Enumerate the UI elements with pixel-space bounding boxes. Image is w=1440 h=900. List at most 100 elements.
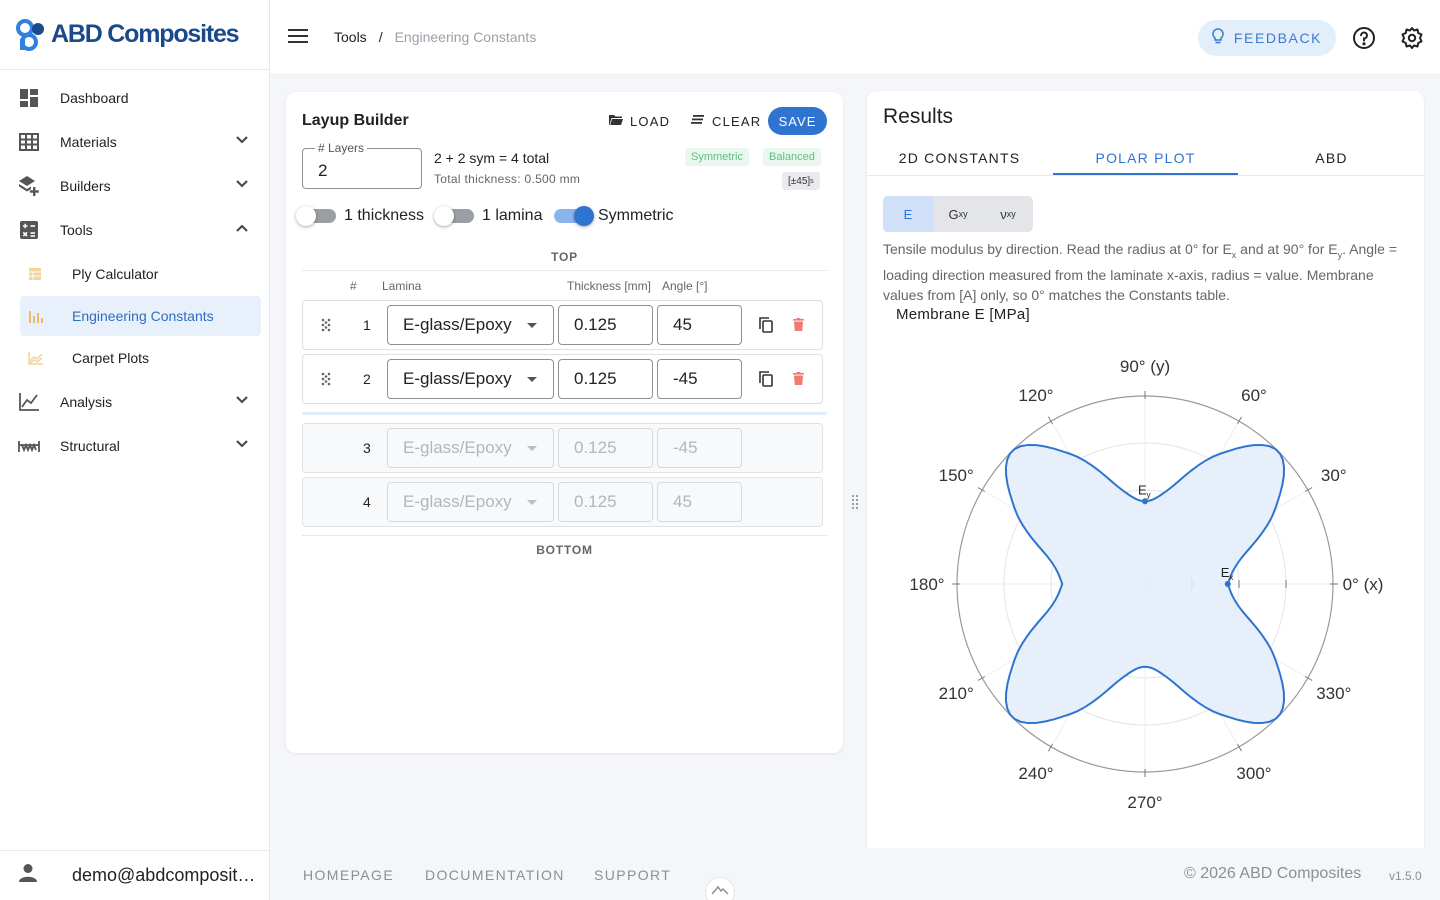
footer-link-homepage[interactable]: HOMEPAGE — [303, 867, 394, 883]
area-chart-icon — [28, 350, 44, 366]
polar-angle-label: 300° — [1236, 764, 1271, 783]
sidebar-subitem-ply-calculator[interactable]: Ply Calculator — [20, 254, 261, 294]
toggle-one-lamina[interactable]: 1 lamina — [434, 206, 543, 226]
sidebar-item-label: Builders — [60, 178, 111, 194]
polar-marker-subscript: x — [1229, 573, 1233, 582]
thickness-input[interactable]: 0.125 — [558, 305, 653, 345]
ply-number: 1 — [363, 317, 371, 333]
sidebar-item-label: Materials — [60, 134, 117, 150]
property-e-button[interactable]: E — [883, 196, 933, 232]
sidebar-item-label: Structural — [60, 438, 120, 454]
brand-logo[interactable]: ABD Composites — [0, 0, 269, 70]
tab-polar-plot[interactable]: POLAR PLOT — [1053, 150, 1238, 166]
sidebar-item-tools[interactable]: Tools — [0, 208, 269, 252]
polar-marker-label: Ey — [1138, 482, 1151, 499]
toggle-symmetric[interactable]: Symmetric — [554, 206, 674, 226]
clear-all-icon — [691, 114, 705, 129]
lamina-select-disabled: E-glass/Epoxy — [387, 428, 554, 468]
toggle-track — [434, 206, 474, 226]
footer: HOMEPAGE DOCUMENTATION SUPPORT © 2026 AB… — [270, 848, 1440, 900]
menu-icon[interactable] — [288, 28, 308, 49]
footer-link-support[interactable]: SUPPORT — [594, 867, 671, 883]
column-header-angle: Angle [°] — [662, 279, 708, 293]
results-card: Results 2D CONSTANTS POLAR PLOT ABD E Gx… — [867, 91, 1424, 861]
feedback-button[interactable]: FEEDBACK — [1198, 20, 1336, 56]
layers-count-input[interactable]: # Layers 2 — [302, 141, 422, 189]
help-icon[interactable] — [1352, 26, 1376, 55]
load-button[interactable]: LOAD — [609, 114, 670, 129]
toggle-label: Symmetric — [598, 207, 674, 224]
angle-input[interactable]: -45 — [657, 359, 742, 399]
panel-resize-handle-icon[interactable] — [851, 494, 859, 515]
breadcrumb-tools[interactable]: Tools — [334, 29, 367, 45]
save-button[interactable]: SAVE — [768, 107, 827, 135]
drag-handle-icon[interactable] — [321, 318, 331, 337]
angle-input-disabled: -45 — [657, 428, 742, 468]
chevron-down-icon — [235, 133, 249, 150]
lamina-select[interactable]: E-glass/Epoxy — [387, 305, 554, 345]
delete-icon[interactable] — [793, 318, 804, 336]
beam-icon — [18, 435, 40, 457]
property-nuxy-subscript: xy — [1006, 209, 1016, 219]
symmetry-plane-divider — [302, 412, 827, 415]
clear-button[interactable]: CLEAR — [691, 114, 761, 129]
layers-label: # Layers — [315, 141, 368, 155]
dropdown-caret-icon — [527, 500, 537, 505]
gear-icon[interactable] — [1400, 26, 1424, 55]
mountain-logo-icon — [705, 877, 735, 900]
lightbulb-icon — [1212, 28, 1224, 48]
tab-2d-constants[interactable]: 2D CONSTANTS — [867, 150, 1052, 166]
sidebar-item-dashboard[interactable]: Dashboard — [0, 76, 269, 120]
load-label: LOAD — [630, 114, 671, 129]
toggle-one-thickness[interactable]: 1 thickness — [296, 206, 425, 226]
property-e-label: E — [903, 206, 913, 222]
top-bar: Tools / Engineering Constants FEEDBACK — [270, 0, 1440, 75]
layers-value: 2 — [318, 161, 328, 180]
brand-name: ABD Composites — [51, 20, 240, 48]
lamina-select[interactable]: E-glass/Epoxy — [387, 359, 554, 399]
toggle-label: 1 thickness — [344, 207, 425, 224]
property-gxy-button[interactable]: Gxy — [933, 196, 983, 232]
thickness-input-disabled: 0.125 — [558, 428, 653, 468]
polar-angle-label: 270° — [1127, 793, 1162, 811]
polar-angle-label: 240° — [1018, 764, 1053, 783]
toggle-label: 1 lamina — [482, 207, 543, 224]
table-icon — [28, 266, 44, 282]
drag-handle-icon[interactable] — [321, 372, 331, 391]
lamina-select-disabled: E-glass/Epoxy — [387, 482, 554, 522]
dropdown-caret-icon — [527, 377, 537, 382]
layup-code: [±45] — [788, 175, 811, 187]
angle-input[interactable]: 45 — [657, 305, 742, 345]
footer-link-documentation[interactable]: DOCUMENTATION — [425, 867, 565, 883]
copy-icon[interactable] — [759, 371, 773, 392]
copy-icon[interactable] — [759, 317, 773, 338]
layup-builder-title: Layup Builder — [302, 112, 409, 129]
feedback-label: FEEDBACK — [1233, 30, 1323, 46]
delete-icon[interactable] — [793, 372, 804, 390]
lamina-value: E-glass/Epoxy — [403, 369, 512, 388]
polar-angle-label: 210° — [939, 684, 974, 703]
app-version: v1.5.0 — [1389, 869, 1422, 883]
lamina-value: E-glass/Epoxy — [403, 315, 512, 334]
column-header-number: # — [350, 279, 357, 293]
sidebar-subitem-engineering-constants[interactable]: Engineering Constants — [20, 296, 261, 336]
chevron-down-icon — [235, 177, 249, 194]
divider — [302, 535, 827, 536]
sidebar-item-builders[interactable]: Builders — [0, 164, 269, 208]
ply-row-mirrored: 3 E-glass/Epoxy 0.125 -45 — [302, 423, 823, 473]
polar-angle-label: 90° (y) — [1120, 357, 1170, 376]
sidebar-item-structural[interactable]: Structural — [0, 424, 269, 468]
polar-angle-label: 150° — [939, 466, 974, 485]
tab-abd[interactable]: ABD — [1239, 150, 1424, 166]
user-account[interactable]: demo@abdcomposites.com — [0, 850, 269, 900]
toggle-track — [296, 206, 336, 226]
property-nuxy-button[interactable]: ν xy — [983, 196, 1033, 232]
sidebar-item-analysis[interactable]: Analysis — [0, 380, 269, 424]
sidebar-item-materials[interactable]: Materials — [0, 120, 269, 164]
sidebar-subitem-carpet-plots[interactable]: Carpet Plots — [20, 338, 261, 378]
thickness-input[interactable]: 0.125 — [558, 359, 653, 399]
layers-add-icon — [18, 175, 40, 197]
results-tabs: 2D CONSTANTS POLAR PLOT ABD — [867, 141, 1424, 176]
layup-builder-card: Layup Builder LOAD CLEAR SAVE # Layers 2… — [286, 92, 843, 753]
polar-angle-label: 330° — [1316, 684, 1351, 703]
